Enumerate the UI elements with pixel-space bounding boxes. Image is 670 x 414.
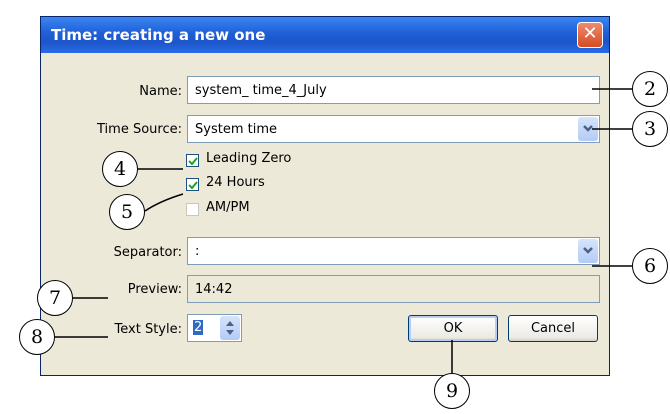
callout-5: 5 [109, 194, 145, 230]
callout-7: 7 [37, 280, 73, 316]
callout-6: 6 [632, 248, 668, 284]
callout-4: 4 [102, 151, 138, 187]
callout-leader-lines [55, 88, 632, 373]
callout-8: 8 [19, 319, 55, 355]
leader-line-5 [144, 193, 184, 212]
callout-3: 3 [632, 111, 668, 147]
callout-2: 2 [632, 71, 668, 107]
callout-9: 9 [434, 373, 470, 409]
